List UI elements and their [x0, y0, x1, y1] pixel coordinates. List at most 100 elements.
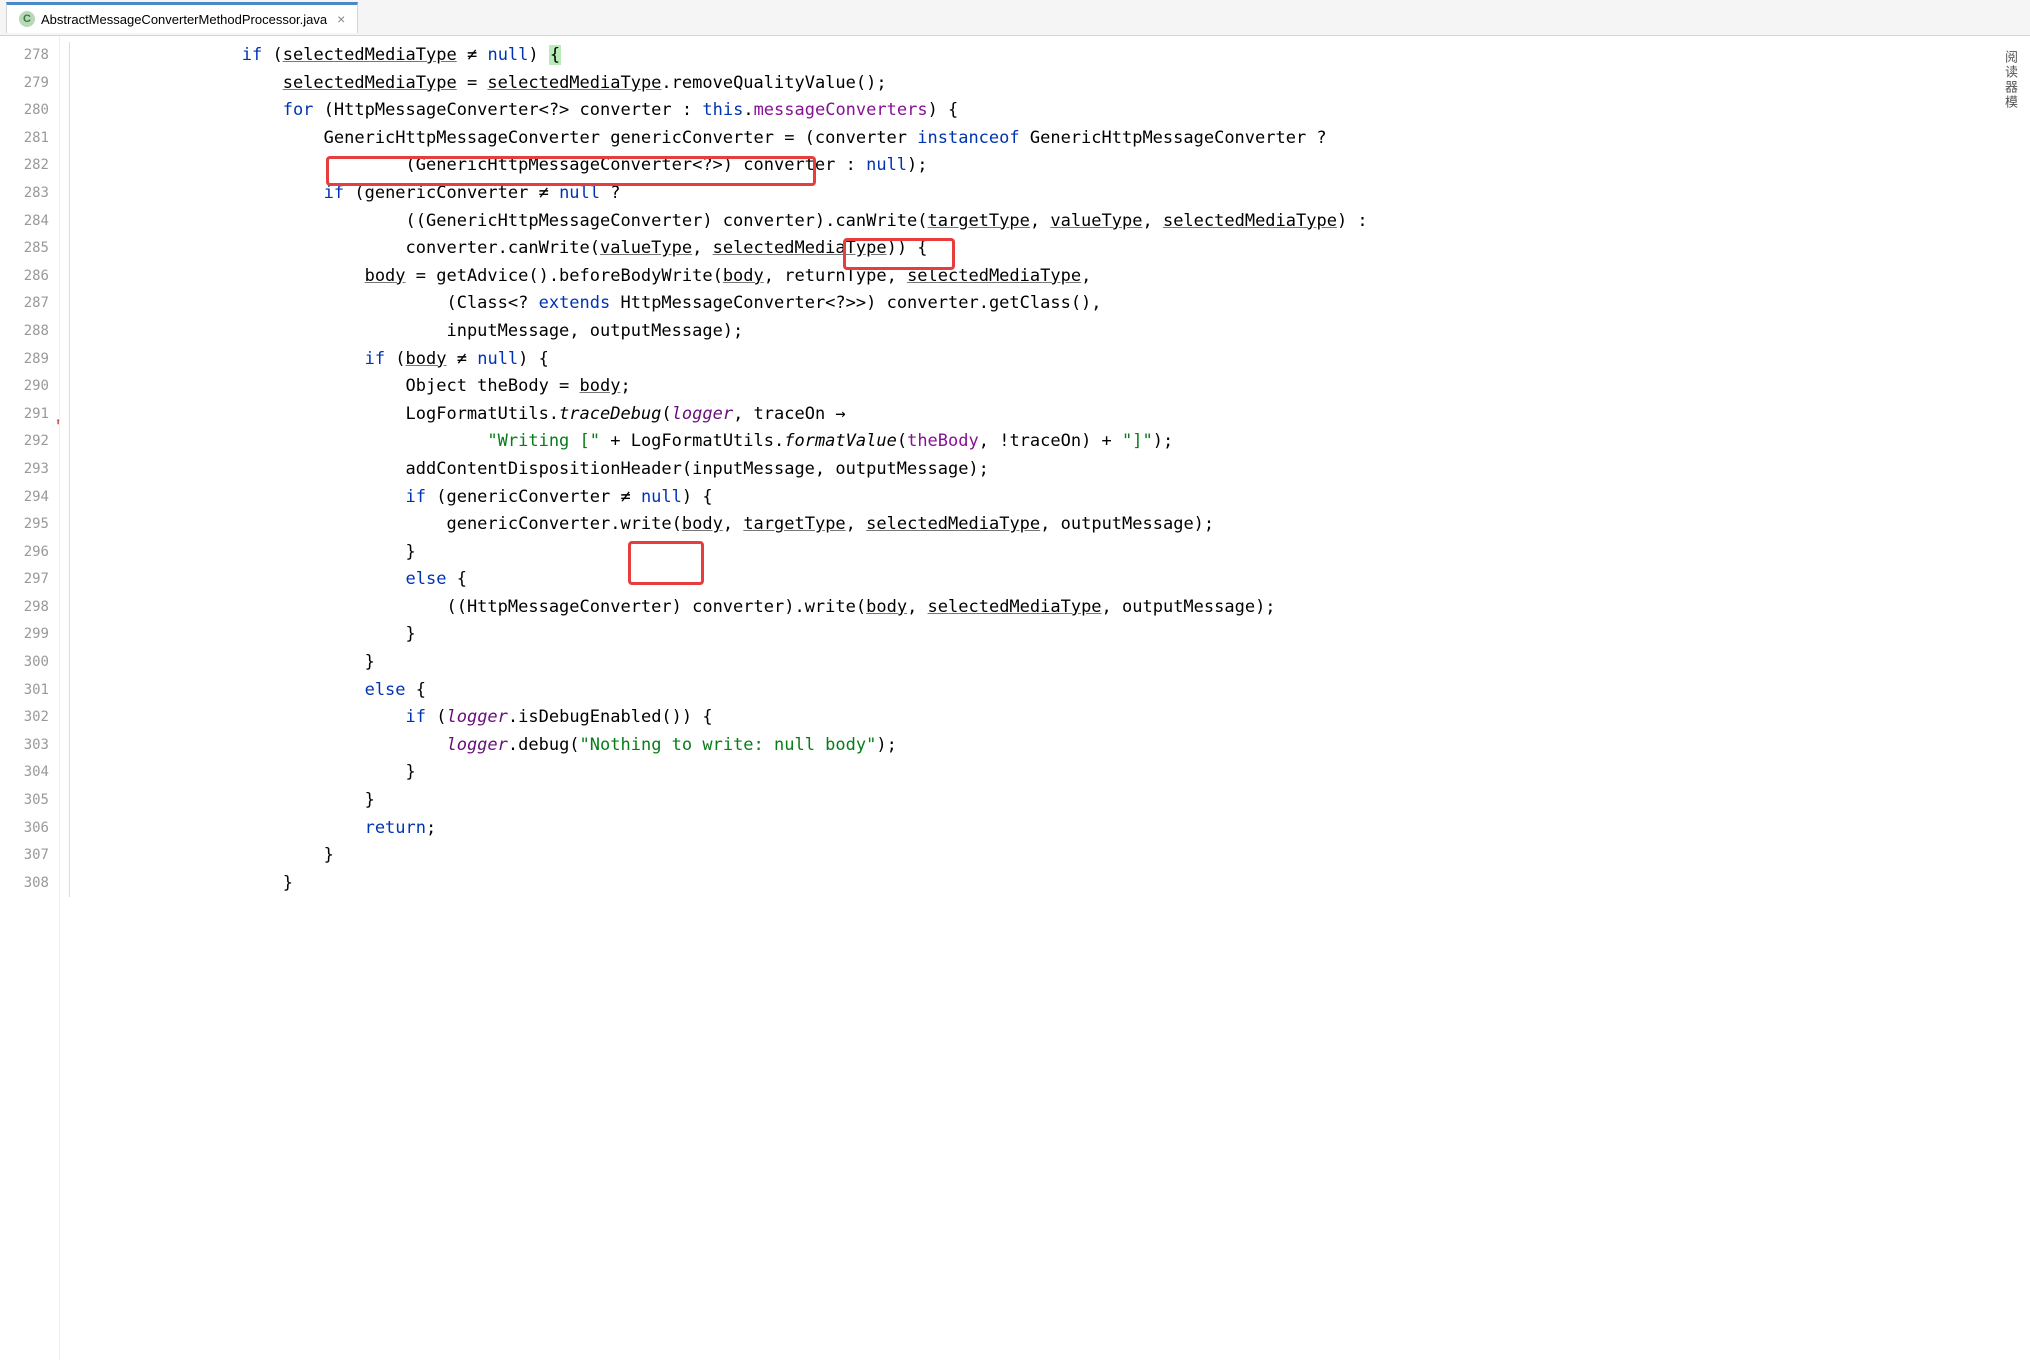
fold-cell[interactable]: [60, 318, 78, 346]
line-number: 299: [0, 621, 59, 649]
fold-cell[interactable]: [60, 208, 78, 236]
fold-cell[interactable]: [60, 787, 78, 815]
line-number: 302: [0, 704, 59, 732]
line-number: 296: [0, 539, 59, 567]
line-number: 292: [0, 428, 59, 456]
code-line[interactable]: if (genericConverter ≠ null) {: [78, 484, 2030, 512]
fold-cell[interactable]: [60, 152, 78, 180]
line-number: 289: [0, 346, 59, 374]
fold-cell[interactable]: [60, 180, 78, 208]
code-line[interactable]: else {: [78, 677, 2030, 705]
line-number: 285: [0, 235, 59, 263]
line-number: 303: [0, 732, 59, 760]
fold-cell[interactable]: [60, 346, 78, 374]
fold-cell[interactable]: [60, 649, 78, 677]
code-line[interactable]: (Class<? extends HttpMessageConverter<?>…: [78, 290, 2030, 318]
code-line[interactable]: addContentDispositionHeader(inputMessage…: [78, 456, 2030, 484]
code-line[interactable]: if (selectedMediaType ≠ null) {: [78, 42, 2030, 70]
code-line[interactable]: logger.debug("Nothing to write: null bod…: [78, 732, 2030, 760]
line-number: 301: [0, 677, 59, 705]
line-number: 293: [0, 456, 59, 484]
code-line[interactable]: ((HttpMessageConverter) converter).write…: [78, 594, 2030, 622]
code-line[interactable]: LogFormatUtils.traceDebug(logger, traceO…: [78, 401, 2030, 429]
code-line[interactable]: ((GenericHttpMessageConverter) converter…: [78, 208, 2030, 236]
fold-cell[interactable]: [60, 70, 78, 98]
fold-column: [60, 36, 78, 1360]
fold-cell[interactable]: [60, 539, 78, 567]
line-number: 297: [0, 566, 59, 594]
fold-cell[interactable]: [60, 428, 78, 456]
line-number: 290: [0, 373, 59, 401]
line-number: 281: [0, 125, 59, 153]
code-line[interactable]: if (body ≠ null) {: [78, 346, 2030, 374]
code-line[interactable]: }: [78, 759, 2030, 787]
code-line[interactable]: for (HttpMessageConverter<?> converter :…: [78, 97, 2030, 125]
fold-cell[interactable]: [60, 870, 78, 898]
line-number: 279: [0, 70, 59, 98]
code-line[interactable]: body = getAdvice().beforeBodyWrite(body,…: [78, 263, 2030, 291]
line-number: 306: [0, 815, 59, 843]
fold-cell[interactable]: [60, 125, 78, 153]
fold-cell[interactable]: [60, 759, 78, 787]
code-line[interactable]: selectedMediaType = selectedMediaType.re…: [78, 70, 2030, 98]
code-line[interactable]: }: [78, 787, 2030, 815]
code-line[interactable]: return;: [78, 815, 2030, 843]
fold-cell[interactable]: [60, 677, 78, 705]
code-line[interactable]: genericConverter.write(body, targetType,…: [78, 511, 2030, 539]
line-number: 298: [0, 594, 59, 622]
tab-bar: C AbstractMessageConverterMethodProcesso…: [0, 0, 2030, 36]
close-icon[interactable]: ×: [337, 11, 345, 27]
code-line[interactable]: Object theBody = body;: [78, 373, 2030, 401]
code-line[interactable]: }: [78, 621, 2030, 649]
fold-cell[interactable]: [60, 484, 78, 512]
fold-cell[interactable]: [60, 815, 78, 843]
code-line[interactable]: "Writing [" + LogFormatUtils.formatValue…: [78, 428, 2030, 456]
line-number: 287: [0, 290, 59, 318]
fold-cell[interactable]: [60, 401, 78, 429]
code-line[interactable]: inputMessage, outputMessage);: [78, 318, 2030, 346]
line-number: 307: [0, 842, 59, 870]
line-gutter: 2782792802812822832842852862872882892902…: [0, 36, 60, 1360]
code-line[interactable]: GenericHttpMessageConverter genericConve…: [78, 125, 2030, 153]
tab-filename: AbstractMessageConverterMethodProcessor.…: [41, 12, 327, 27]
line-number: 304: [0, 759, 59, 787]
line-number: 300: [0, 649, 59, 677]
code-line[interactable]: }: [78, 649, 2030, 677]
code-line[interactable]: (GenericHttpMessageConverter<?>) convert…: [78, 152, 2030, 180]
fold-cell[interactable]: [60, 263, 78, 291]
line-number: 291⬆: [0, 401, 59, 429]
code-area[interactable]: if (selectedMediaType ≠ null) { selected…: [78, 36, 2030, 1360]
fold-cell[interactable]: [60, 732, 78, 760]
fold-cell[interactable]: [60, 97, 78, 125]
file-tab[interactable]: C AbstractMessageConverterMethodProcesso…: [6, 2, 358, 33]
line-number: 283: [0, 180, 59, 208]
code-line[interactable]: }: [78, 539, 2030, 567]
fold-cell[interactable]: [60, 621, 78, 649]
fold-cell[interactable]: [60, 235, 78, 263]
code-line[interactable]: else {: [78, 566, 2030, 594]
line-number: 288: [0, 318, 59, 346]
fold-cell[interactable]: [60, 511, 78, 539]
line-number: 294: [0, 484, 59, 512]
code-editor[interactable]: 2782792802812822832842852862872882892902…: [0, 36, 2030, 1360]
code-line[interactable]: if (logger.isDebugEnabled()) {: [78, 704, 2030, 732]
code-line[interactable]: if (genericConverter ≠ null ?: [78, 180, 2030, 208]
fold-cell[interactable]: [60, 842, 78, 870]
fold-cell[interactable]: [60, 566, 78, 594]
line-number: 284: [0, 208, 59, 236]
line-number: 286: [0, 263, 59, 291]
line-number: 278: [0, 42, 59, 70]
fold-cell[interactable]: [60, 704, 78, 732]
line-number: 295: [0, 511, 59, 539]
line-number: 308: [0, 870, 59, 898]
fold-cell[interactable]: [60, 594, 78, 622]
line-number: 305: [0, 787, 59, 815]
code-line[interactable]: converter.canWrite(valueType, selectedMe…: [78, 235, 2030, 263]
code-line[interactable]: }: [78, 870, 2030, 898]
fold-cell[interactable]: [60, 290, 78, 318]
code-line[interactable]: }: [78, 842, 2030, 870]
fold-cell[interactable]: [60, 456, 78, 484]
fold-cell[interactable]: [60, 373, 78, 401]
line-number: 280: [0, 97, 59, 125]
fold-cell[interactable]: [60, 42, 78, 70]
